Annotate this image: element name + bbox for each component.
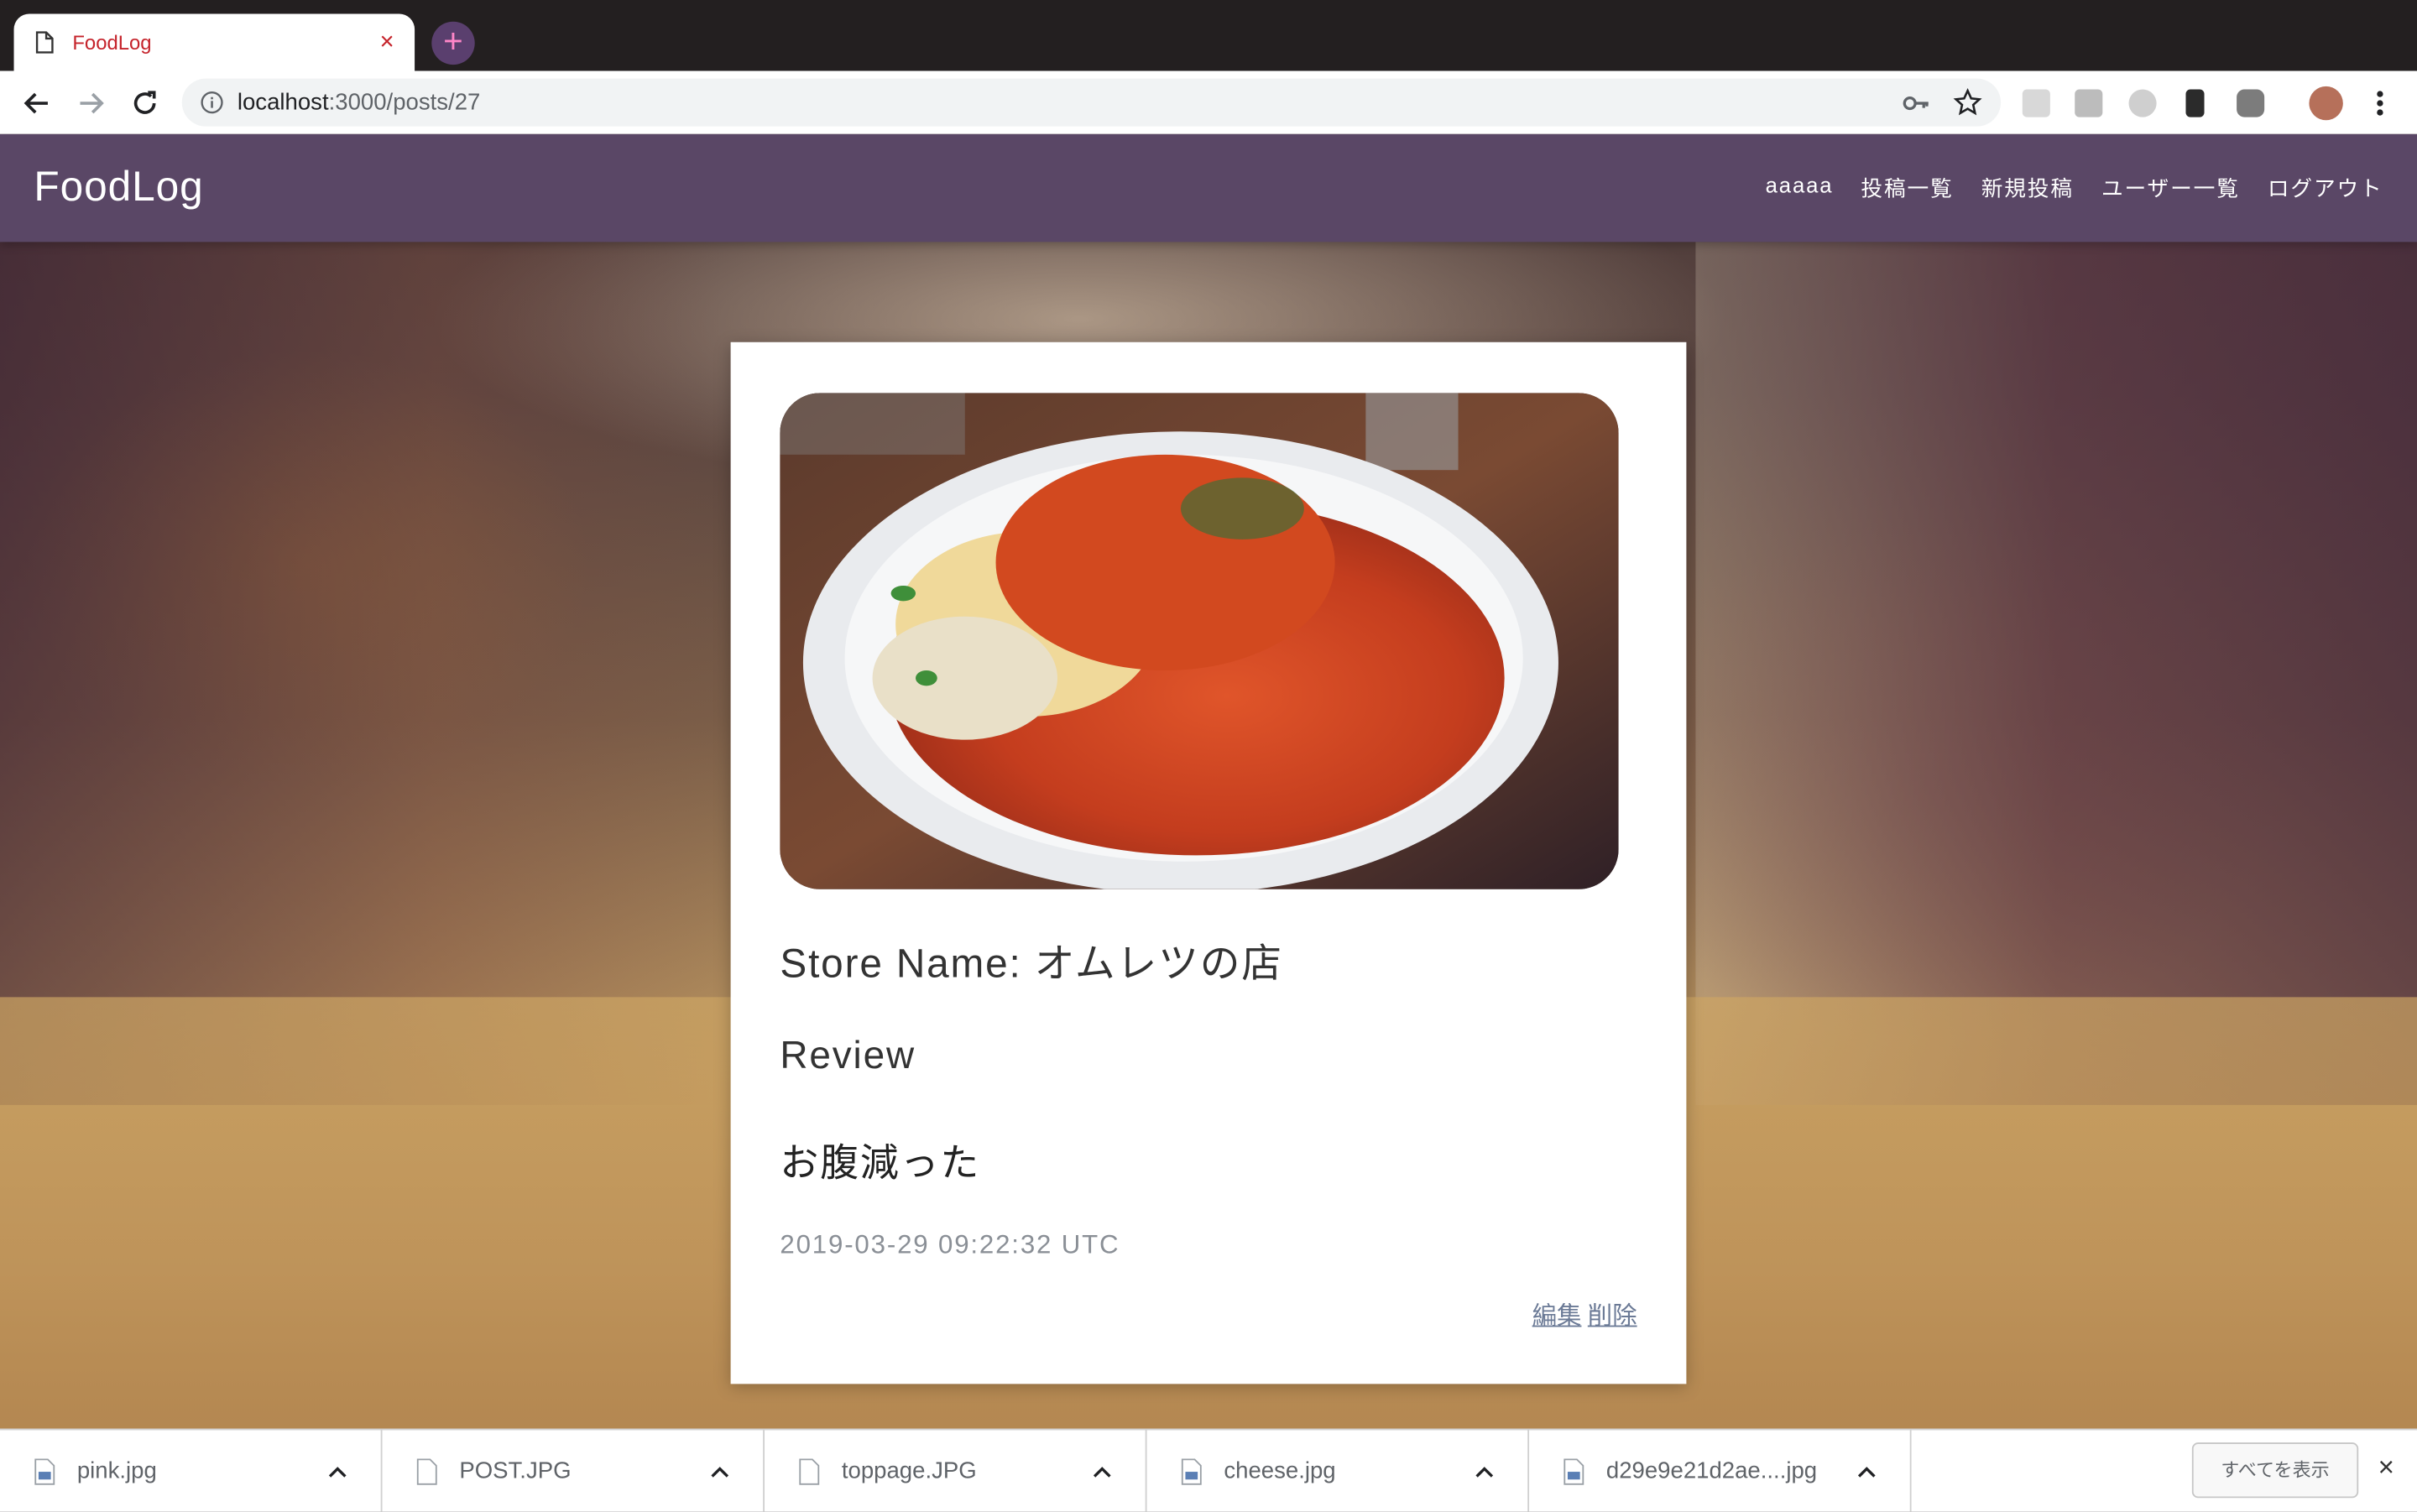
download-item[interactable]: pink.jpg bbox=[0, 1430, 383, 1512]
nav-logout[interactable]: ログアウト bbox=[2268, 173, 2383, 204]
url-text[interactable]: localhost:3000/posts/27 bbox=[238, 90, 481, 116]
close-shelf-icon[interactable]: × bbox=[2371, 1452, 2402, 1483]
delete-link[interactable]: 削除 bbox=[1588, 1304, 1637, 1330]
bookmark-star-icon[interactable] bbox=[1953, 88, 1982, 117]
chevron-up-icon[interactable] bbox=[707, 1458, 732, 1483]
store-name: Store Name: オムレツの店 bbox=[780, 940, 1283, 987]
chevron-up-icon[interactable] bbox=[326, 1458, 350, 1483]
url-path: :3000/posts/27 bbox=[328, 89, 481, 116]
chevron-up-icon[interactable] bbox=[1090, 1458, 1115, 1483]
key-icon[interactable] bbox=[1903, 90, 1930, 117]
wallet-extension-icon[interactable] bbox=[2185, 89, 2205, 117]
image-file-icon bbox=[1563, 1457, 1584, 1485]
globe-extension-icon[interactable] bbox=[2128, 89, 2157, 117]
brand-logo[interactable]: FoodLog bbox=[34, 164, 203, 211]
nav-post-list[interactable]: 投稿一覧 bbox=[1861, 173, 1953, 204]
new-tab-button[interactable]: + bbox=[431, 21, 475, 65]
background-shelf bbox=[0, 242, 725, 1105]
show-all-downloads-button[interactable]: すべてを表示 bbox=[2191, 1442, 2359, 1499]
chevron-up-icon[interactable] bbox=[1472, 1458, 1496, 1483]
back-button[interactable] bbox=[17, 83, 57, 123]
post-card: Store Name: オムレツの店 Review お腹減った 2019-03-… bbox=[730, 342, 1687, 1384]
forward-arrow-icon bbox=[80, 92, 104, 114]
food-photo bbox=[780, 393, 1619, 889]
download-filename: POST.JPG bbox=[459, 1457, 572, 1484]
extension-icon[interactable] bbox=[2022, 89, 2050, 117]
page-viewport: FoodLog aaaaa 投稿一覧 新規投稿 ユーザー一覧 ログアウト Sto… bbox=[0, 133, 2417, 1429]
download-extension-icon[interactable] bbox=[2075, 89, 2103, 117]
forward-button[interactable] bbox=[70, 83, 111, 123]
reload-icon bbox=[133, 91, 156, 114]
download-item[interactable]: POST.JPG bbox=[383, 1430, 765, 1512]
site-nav: aaaaa 投稿一覧 新規投稿 ユーザー一覧 ログアウト bbox=[1738, 173, 2383, 204]
site-header: FoodLog aaaaa 投稿一覧 新規投稿 ユーザー一覧 ログアウト bbox=[0, 133, 2417, 242]
profile-avatar[interactable] bbox=[2309, 86, 2343, 121]
image-file-icon bbox=[34, 1457, 55, 1485]
image-file-icon bbox=[1181, 1457, 1203, 1485]
omelette-curry-image bbox=[780, 393, 1619, 889]
info-icon[interactable] bbox=[201, 91, 224, 114]
tab-title: FoodLog bbox=[72, 30, 152, 55]
browser-tab[interactable]: FoodLog × bbox=[13, 13, 415, 71]
browser-tabstrip: FoodLog × + bbox=[0, 0, 2417, 71]
blank-file-icon bbox=[798, 1457, 820, 1485]
download-filename: pink.jpg bbox=[76, 1457, 157, 1484]
nav-user[interactable]: aaaaa bbox=[1766, 173, 1834, 204]
document-icon bbox=[35, 31, 54, 55]
menu-kebab-icon[interactable] bbox=[2367, 86, 2392, 120]
post-actions: 編集 削除 bbox=[1526, 1295, 1637, 1332]
review-heading: Review bbox=[780, 1034, 916, 1077]
download-item[interactable]: toppage.JPG bbox=[765, 1430, 1147, 1512]
review-text: お腹減った bbox=[780, 1142, 981, 1186]
chevron-up-icon[interactable] bbox=[1855, 1458, 1879, 1483]
download-filename: toppage.JPG bbox=[841, 1457, 977, 1484]
reload-button[interactable] bbox=[125, 83, 165, 123]
browser-toolbar: localhost:3000/posts/27 bbox=[0, 70, 2417, 136]
back-arrow-icon bbox=[23, 92, 48, 114]
post-timestamp: 2019-03-29 09:22:32 UTC bbox=[780, 1229, 1120, 1259]
url-host: localhost bbox=[237, 89, 329, 116]
background-wall bbox=[1695, 242, 2417, 1105]
download-item[interactable]: d29e9e21d2ae....jpg bbox=[1529, 1430, 1912, 1512]
blank-file-icon bbox=[416, 1457, 438, 1485]
address-bar[interactable]: localhost:3000/posts/27 bbox=[181, 78, 2002, 127]
download-filename: cheese.jpg bbox=[1224, 1457, 1336, 1484]
chat-extension-icon[interactable] bbox=[2237, 89, 2265, 117]
download-shelf: pink.jpg POST.JPG toppage.JPG cheese.jpg… bbox=[0, 1428, 2417, 1512]
download-item[interactable]: cheese.jpg bbox=[1147, 1430, 1530, 1512]
close-tab-icon[interactable]: × bbox=[372, 27, 403, 58]
nav-new-post[interactable]: 新規投稿 bbox=[1981, 173, 2074, 204]
download-filename: d29e9e21d2ae....jpg bbox=[1605, 1457, 1818, 1484]
edit-link[interactable]: 編集 bbox=[1532, 1304, 1582, 1330]
nav-user-list[interactable]: ユーザー一覧 bbox=[2101, 173, 2240, 204]
